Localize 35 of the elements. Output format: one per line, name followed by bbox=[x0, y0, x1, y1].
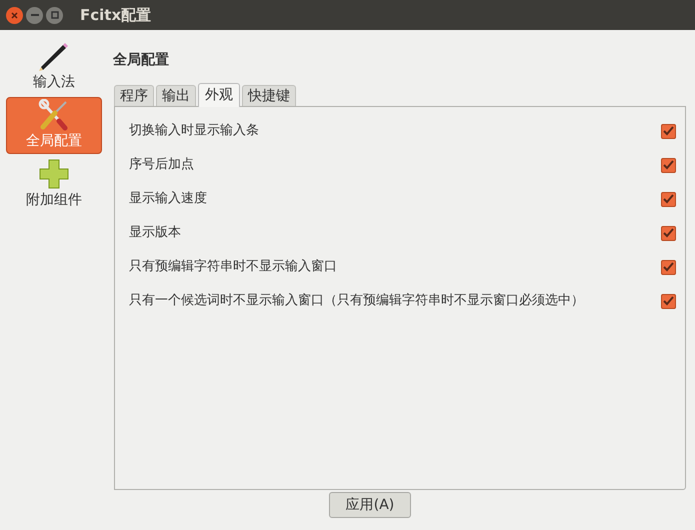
tab[interactable]: 程序 bbox=[114, 85, 154, 106]
check-icon bbox=[663, 126, 674, 136]
check-icon bbox=[663, 228, 674, 238]
plus-icon bbox=[37, 158, 71, 190]
apply-button[interactable]: 应用(A) bbox=[329, 492, 411, 518]
check-icon bbox=[663, 160, 674, 170]
option-label: 显示输入速度 bbox=[129, 190, 207, 208]
option-label: 切换输入时显示输入条 bbox=[129, 122, 259, 140]
option-label: 只有一个候选词时不显示输入窗口（只有预编辑字符串时不显示窗口必须选中） bbox=[129, 292, 584, 310]
checkbox[interactable] bbox=[661, 294, 676, 308]
sidebar-item[interactable]: 附加组件 bbox=[6, 156, 102, 213]
checkbox[interactable] bbox=[661, 226, 676, 240]
checkbox[interactable] bbox=[661, 260, 676, 274]
close-icon bbox=[11, 12, 18, 18]
minimize-button[interactable] bbox=[26, 6, 43, 24]
check-icon bbox=[663, 194, 674, 204]
checkbox[interactable] bbox=[661, 192, 676, 206]
section-heading: 全局配置 bbox=[113, 51, 169, 70]
option-label: 显示版本 bbox=[129, 224, 181, 242]
tab[interactable]: 输出 bbox=[156, 85, 196, 106]
window-title: Fcitx配置 bbox=[80, 4, 152, 26]
close-button[interactable] bbox=[6, 6, 23, 24]
sidebar-item[interactable]: 输入法 bbox=[6, 38, 102, 95]
checkbox[interactable] bbox=[661, 158, 676, 172]
maximize-button[interactable] bbox=[46, 6, 63, 24]
option-label: 序号后加点 bbox=[129, 156, 194, 174]
tab[interactable]: 外观 bbox=[198, 83, 240, 107]
maximize-icon bbox=[50, 11, 58, 19]
check-icon bbox=[663, 296, 674, 306]
checkbox[interactable] bbox=[661, 124, 676, 138]
option-label: 只有预编辑字符串时不显示输入窗口 bbox=[129, 258, 337, 276]
minimize-icon bbox=[30, 14, 38, 16]
tab[interactable]: 快捷键 bbox=[242, 85, 296, 106]
pencil-icon bbox=[37, 40, 71, 72]
check-icon bbox=[663, 262, 674, 272]
